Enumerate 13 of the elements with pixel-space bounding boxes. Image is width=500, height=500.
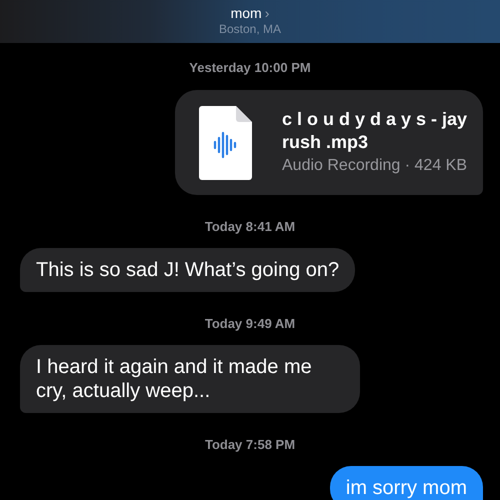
message-bubble[interactable]: I heard it again and it made me cry, actually weep... (20, 345, 360, 413)
file-attachment[interactable]: c l o u d y d a y s - jay rush .mp3 Audio Recording · 424 KB (175, 90, 483, 195)
contact-name[interactable]: mom (230, 4, 262, 20)
message-timestamp: Yesterday 10:00 PM (189, 60, 311, 76)
file-name: c l o u d y d a y s - jay rush .mp3 (282, 108, 468, 154)
file-details: Audio Recording · 424 KB (282, 156, 468, 176)
message-bubble[interactable]: This is so sad J! What’s going on? (20, 248, 356, 292)
message-timestamp: Today 7:58 PM (204, 437, 296, 453)
audio-file-icon (199, 106, 252, 180)
contact-location: Boston, MA (218, 20, 282, 36)
message-timestamp: Today 9:49 AM (204, 316, 296, 332)
message-timestamp: Today 8:41 AM (204, 219, 296, 235)
chevron-icon[interactable]: › (264, 4, 270, 20)
